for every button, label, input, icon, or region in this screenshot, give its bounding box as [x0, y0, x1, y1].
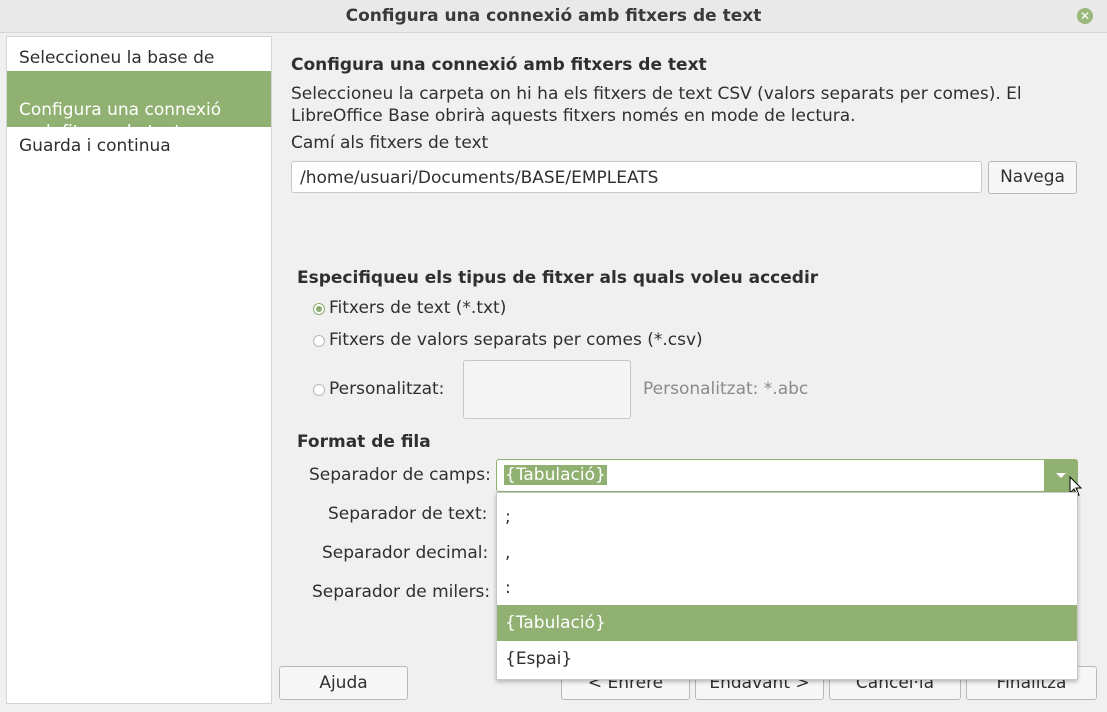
wizard-steps-sidebar: Seleccioneu la base de dades Configura u… [6, 36, 272, 704]
close-icon[interactable]: ✕ [1077, 8, 1093, 24]
filetype-heading: Especifiqueu els tipus de fitxer als qua… [297, 268, 819, 288]
chevron-down-icon [1056, 473, 1066, 478]
row-format-heading: Format de fila [297, 432, 431, 452]
page-title: Configura una connexió amb fitxers de te… [291, 55, 707, 75]
description-text: Seleccioneu la carpeta on hi ha els fitx… [291, 84, 1022, 126]
radio-csv-label[interactable]: Fitxers de valors separats per comes (*.… [329, 330, 703, 350]
dropdown-option-semicolon[interactable]: ; [497, 499, 1077, 535]
path-input-value: /home/usuari/Documents/BASE/EMPLEATS [300, 168, 659, 188]
sidebar-item-text-connection[interactable]: Configura una connexió amb fitxers de te… [7, 71, 271, 142]
browse-button[interactable]: Navega [988, 161, 1077, 194]
sidebar-item-label: Guarda i continua [19, 136, 171, 156]
radio-txt[interactable] [313, 303, 325, 315]
path-input[interactable]: /home/usuari/Documents/BASE/EMPLEATS [291, 161, 982, 193]
window-title: Configura una connexió amb fitxers de te… [345, 6, 762, 26]
field-separator-dropdown-list: ; , : {Tabulació} {Espai} [496, 492, 1078, 680]
decimal-separator-label: Separador decimal: [322, 543, 489, 563]
dropdown-option-colon[interactable]: : [497, 570, 1077, 606]
radio-txt-label[interactable]: Fitxers de text (*.txt) [329, 298, 506, 318]
path-label: Camí als fitxers de text [291, 133, 489, 153]
help-button[interactable]: Ajuda [279, 666, 408, 700]
radio-csv[interactable] [313, 335, 325, 347]
sidebar-item-save-continue[interactable]: Guarda i continua [7, 131, 271, 161]
radio-custom[interactable] [313, 384, 325, 396]
custom-hint: Personalitzat: *.abc [643, 379, 809, 399]
dropdown-option-comma[interactable]: , [497, 535, 1077, 571]
thousands-separator-label: Separador de milers: [312, 582, 491, 602]
dropdown-option-space[interactable]: {Espai} [497, 641, 1077, 677]
radio-custom-label[interactable]: Personalitzat: [329, 379, 444, 399]
field-separator-select[interactable]: {Tabulació} [496, 459, 1078, 492]
field-separator-value: {Tabulació} [504, 465, 607, 485]
text-separator-label: Separador de text: [328, 504, 488, 524]
dropdown-option-tab[interactable]: {Tabulació} [497, 605, 1077, 641]
sidebar-item-select-database[interactable]: Seleccioneu la base de dades [7, 43, 271, 98]
custom-extension-input[interactable] [463, 360, 631, 419]
field-separator-label: Separador de camps: [309, 465, 491, 485]
